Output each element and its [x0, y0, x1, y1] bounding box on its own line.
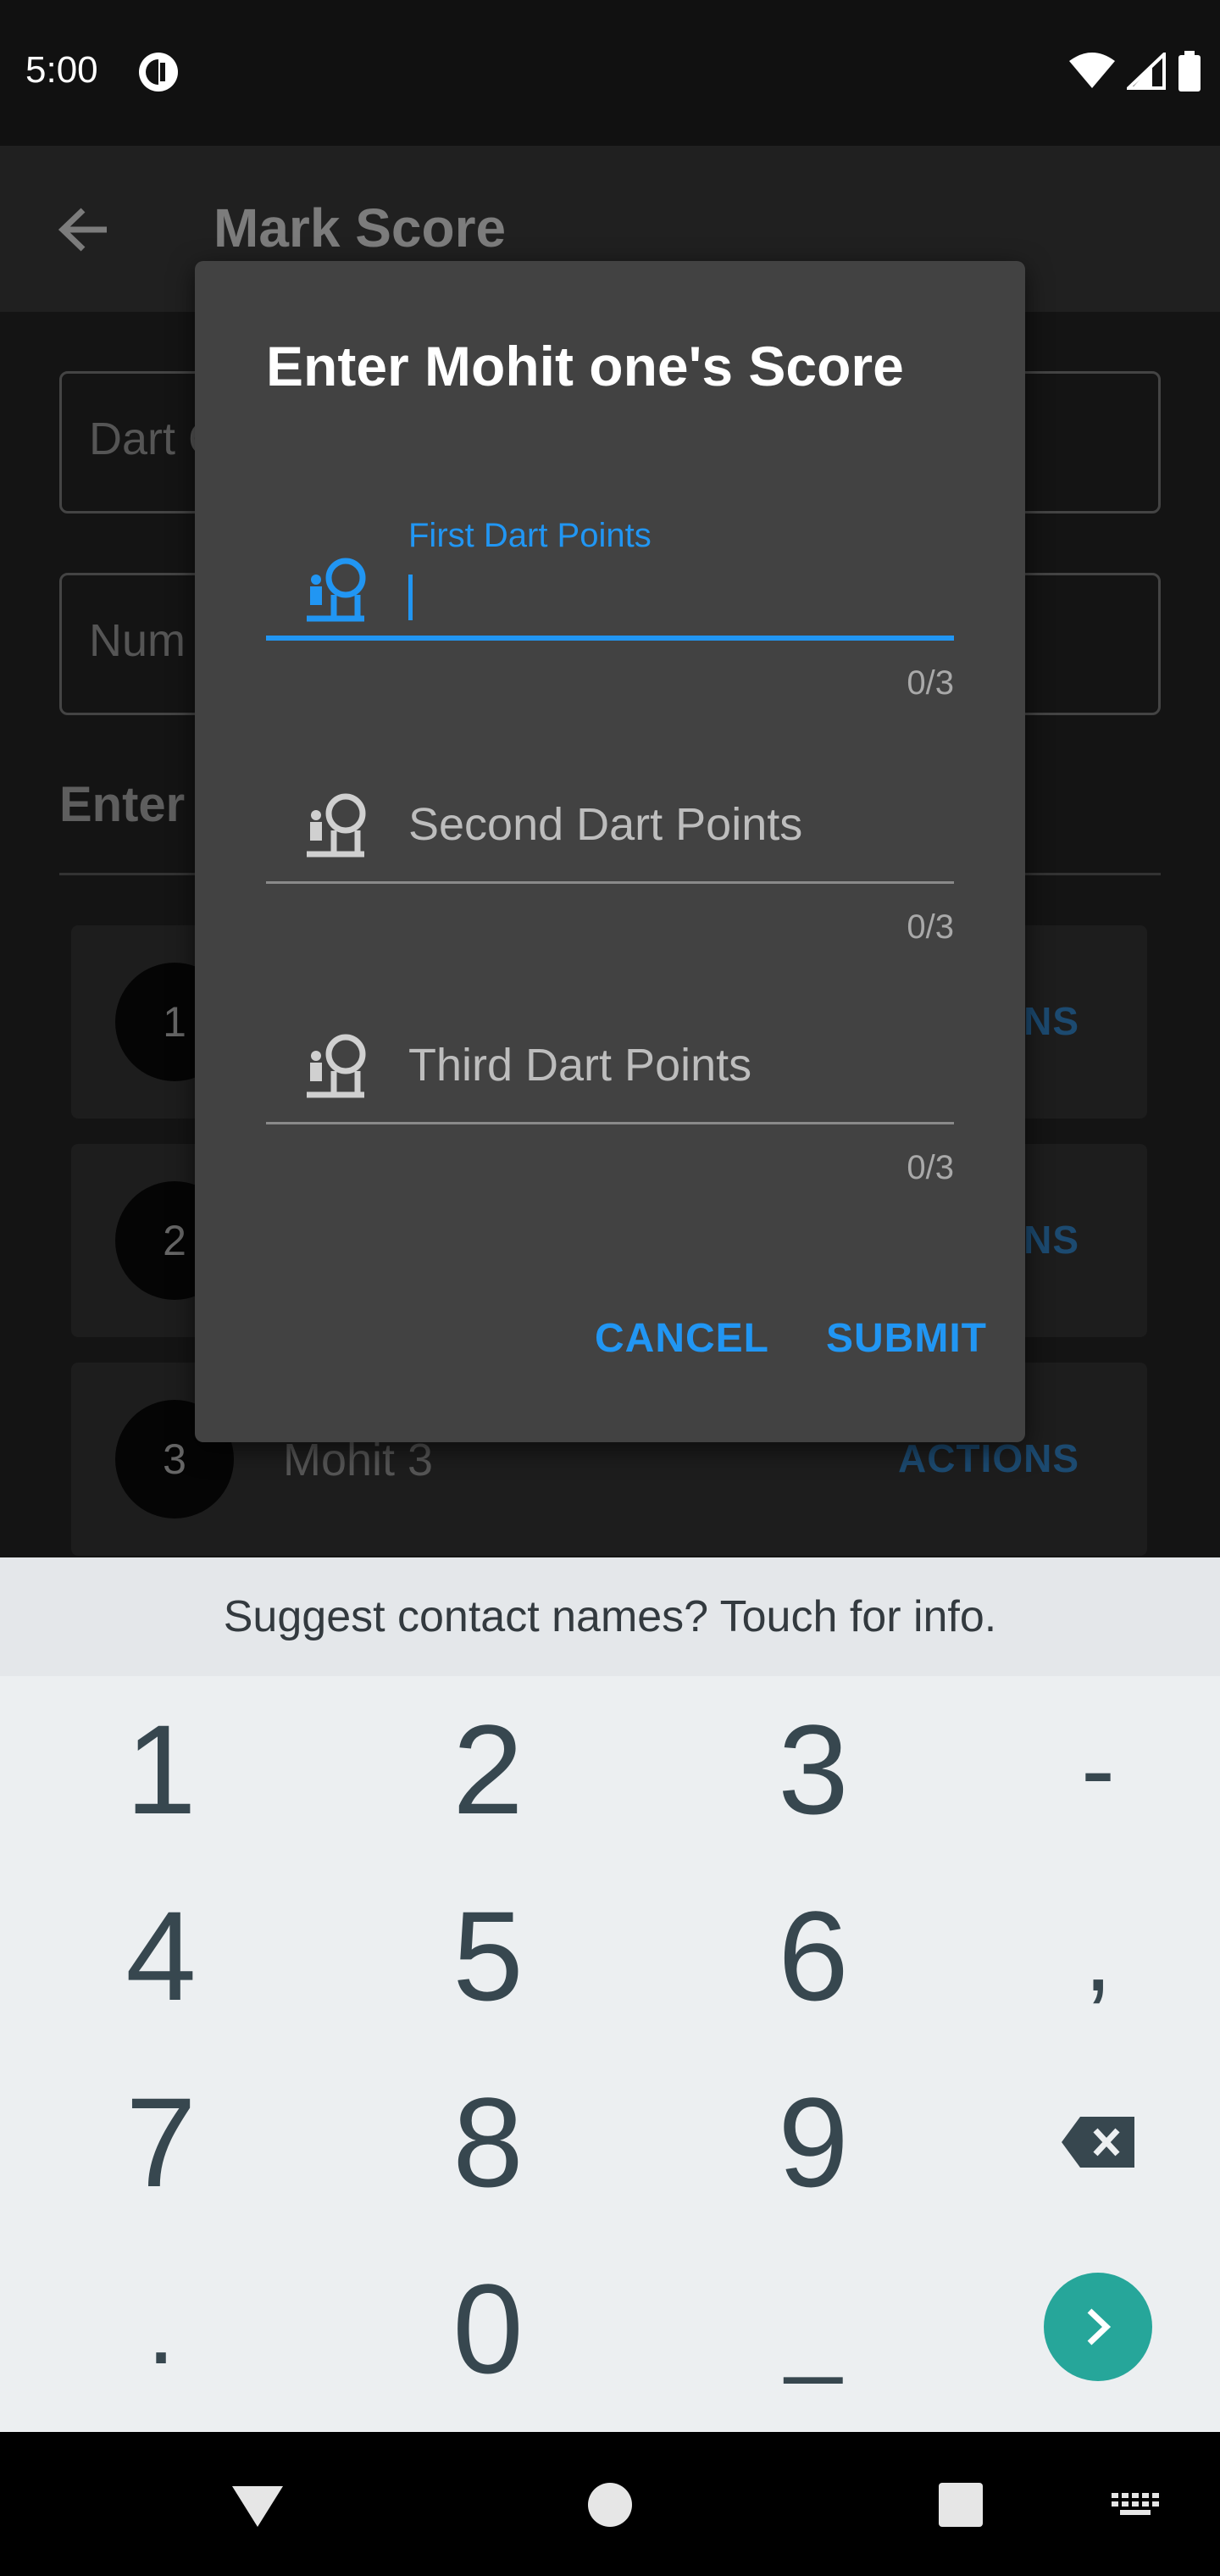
actions-button[interactable]: ACTIONS — [898, 1435, 1079, 1481]
key-comma[interactable]: , — [946, 1863, 1220, 2049]
key-8[interactable]: 8 — [336, 2049, 640, 2235]
key-5[interactable]: 5 — [336, 1863, 640, 2049]
enter-icon — [1087, 2308, 1112, 2346]
first-dart-counter: 0/3 — [907, 664, 954, 702]
third-dart-counter: 0/3 — [907, 1149, 954, 1186]
key-9[interactable]: 9 — [661, 2049, 966, 2235]
arrow-back-icon[interactable] — [54, 200, 114, 259]
submit-button[interactable]: SUBMIT — [826, 1315, 987, 1362]
score-dialog: Enter Mohit one's Score First Dart Point… — [195, 261, 1025, 1442]
status-bar: 5:00 — [0, 0, 1220, 146]
key-2[interactable]: 2 — [336, 1676, 640, 1863]
enter-key[interactable] — [1044, 2273, 1152, 2381]
keyboard-suggestion-strip[interactable]: Suggest contact names? Touch for info. — [0, 1557, 1220, 1676]
second-dart-counter: 0/3 — [907, 908, 954, 946]
third-dart-field[interactable]: Third Dart Points 0/3 — [266, 983, 954, 1220]
section-label: Enter — [59, 777, 186, 832]
second-dart-placeholder: Second Dart Points — [408, 799, 803, 850]
recents-square-icon[interactable] — [929, 2473, 993, 2537]
second-dart-field[interactable]: Second Dart Points 0/3 — [266, 744, 954, 981]
second-dart-underline — [266, 881, 954, 884]
key-4[interactable]: 4 — [8, 1863, 313, 2049]
numeric-keyboard: 1 2 3 - 4 5 6 , 7 8 9 . 0 _ — [0, 1676, 1220, 2432]
first-dart-underline — [266, 636, 954, 641]
page-title: Mark Score — [214, 197, 507, 258]
dart-player-icon — [307, 1034, 366, 1098]
signal-icon — [1127, 53, 1166, 90]
system-icons — [1069, 51, 1201, 92]
dart-player-icon — [307, 793, 366, 858]
dialog-title: Enter Mohit one's Score — [266, 335, 904, 397]
key-6[interactable]: 6 — [661, 1863, 966, 2049]
key-backspace[interactable] — [946, 2049, 1220, 2235]
home-circle-icon[interactable] — [578, 2473, 642, 2537]
key-3[interactable]: 3 — [661, 1676, 966, 1863]
back-triangle-icon[interactable] — [225, 2473, 290, 2537]
status-time: 5:00 — [25, 49, 98, 91]
battery-icon — [1178, 51, 1201, 92]
key-7[interactable]: 7 — [8, 2049, 313, 2235]
dart-player-icon — [307, 558, 366, 622]
key-underscore[interactable]: _ — [661, 2235, 966, 2422]
third-dart-underline — [266, 1122, 954, 1124]
first-dart-label: First Dart Points — [408, 517, 652, 554]
keyboard-icon[interactable] — [1110, 2473, 1161, 2537]
key-period[interactable]: . — [8, 2235, 313, 2422]
wifi-icon — [1069, 53, 1115, 88]
cancel-button[interactable]: CANCEL — [595, 1315, 769, 1362]
suggestion-text: Suggest contact names? Touch for info. — [223, 1592, 997, 1641]
navigation-bar — [0, 2432, 1220, 2576]
key-0[interactable]: 0 — [336, 2235, 640, 2422]
backspace-icon — [1062, 2117, 1134, 2168]
number-placeholder: Num — [89, 615, 186, 666]
key-1[interactable]: 1 — [8, 1676, 313, 1863]
app-notification-icon — [139, 53, 178, 92]
third-dart-placeholder: Third Dart Points — [408, 1040, 752, 1091]
key-minus[interactable]: - — [946, 1676, 1220, 1863]
text-cursor — [408, 575, 413, 620]
